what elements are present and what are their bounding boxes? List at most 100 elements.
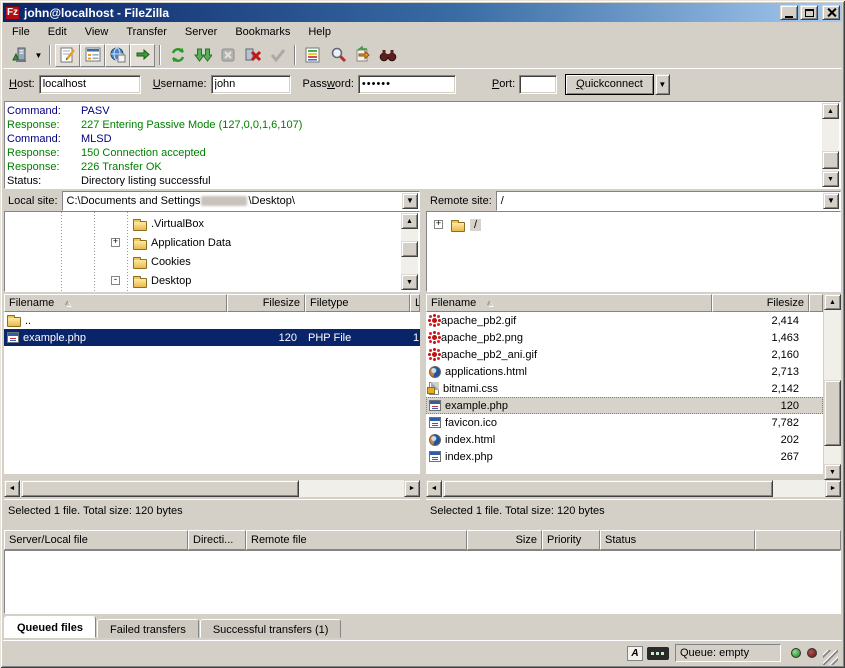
quickconnect-dropdown-button[interactable]: ▼ — [655, 74, 670, 95]
tree-item-application-data[interactable]: Application Data — [133, 234, 231, 252]
filter-button[interactable] — [375, 44, 400, 67]
tree-item-virtualbox[interactable]: .VirtualBox — [133, 215, 204, 233]
scrollbar-thumb[interactable] — [443, 480, 773, 497]
tree-item-desktop[interactable]: Desktop — [133, 272, 191, 290]
scrollbar-thumb[interactable] — [401, 241, 418, 257]
disconnect-button[interactable] — [240, 44, 265, 67]
remote-path-dropdown-button[interactable]: ▼ — [823, 193, 839, 209]
directory-comparison-button[interactable] — [300, 44, 325, 67]
password-input[interactable] — [358, 75, 456, 94]
remote-file-row[interactable]: apache_pb2_ani.gif 2,160 — [426, 346, 823, 363]
tab-successful-transfers[interactable]: Successful transfers (1) — [200, 619, 342, 638]
synchronized-browsing-button[interactable] — [350, 44, 375, 67]
resize-grip[interactable] — [823, 650, 838, 665]
scrollbar-thumb[interactable] — [822, 151, 839, 169]
queue-column-direction[interactable]: Directi... — [188, 530, 246, 550]
port-label: Port: — [492, 78, 515, 90]
remote-site-label: Remote site: — [426, 195, 496, 207]
toggle-transfer-queue-button[interactable] — [130, 44, 155, 67]
scroll-down-icon[interactable]: ▼ — [824, 464, 841, 480]
scroll-right-icon[interactable]: ► — [404, 480, 420, 497]
toggle-remote-treeview-button[interactable] — [105, 44, 130, 67]
collapse-icon[interactable]: - — [111, 276, 120, 285]
data-type-indicator-icon[interactable]: A — [627, 646, 643, 661]
local-file-row-selected[interactable]: example.php 120 PHP File 1 — [4, 329, 420, 346]
remote-path-combobox[interactable]: / ▼ — [496, 191, 841, 211]
scroll-left-icon[interactable]: ◄ — [426, 480, 442, 497]
menu-bookmarks[interactable]: Bookmarks — [226, 24, 299, 40]
scrollbar-thumb[interactable] — [21, 480, 299, 497]
menu-file[interactable]: File — [3, 24, 39, 40]
port-input[interactable] — [519, 75, 557, 94]
expand-icon[interactable]: + — [434, 220, 443, 229]
remote-column-filesize[interactable]: Filesize — [712, 294, 809, 312]
queue-column-remote-file[interactable]: Remote file — [246, 530, 467, 550]
queue-column-server-local-file[interactable]: Server/Local file — [4, 530, 188, 550]
maximize-button[interactable] — [800, 5, 818, 20]
tab-failed-transfers[interactable]: Failed transfers — [97, 619, 199, 638]
menu-view[interactable]: View — [76, 24, 118, 40]
scroll-left-icon[interactable]: ◄ — [4, 480, 20, 497]
scroll-up-icon[interactable]: ▲ — [401, 213, 418, 229]
menu-edit[interactable]: Edit — [39, 24, 76, 40]
scroll-right-icon[interactable]: ► — [825, 480, 841, 497]
local-path-combobox[interactable]: C:\Documents and Settings\Desktop\ ▼ — [62, 191, 420, 211]
remote-file-row[interactable]: applications.html 2,713 — [426, 363, 823, 380]
log-scrollbar[interactable]: ▲ ▼ — [822, 103, 839, 187]
tree-item-cookies[interactable]: Cookies — [133, 253, 191, 271]
reconnect-button[interactable] — [265, 44, 290, 67]
site-manager-dropdown-button[interactable]: ▼ — [32, 44, 45, 67]
filezilla-window: Fz john@localhost - FileZilla File Edit … — [0, 0, 845, 668]
menu-help[interactable]: Help — [299, 24, 340, 40]
menu-server[interactable]: Server — [176, 24, 226, 40]
process-queue-icon — [194, 46, 212, 64]
queue-list[interactable] — [4, 550, 841, 614]
scrollbar-thumb[interactable] — [824, 380, 841, 446]
remote-file-row[interactable]: apache_pb2.png 1,463 — [426, 329, 823, 346]
local-tree-scrollbar[interactable]: ▲ ▼ — [401, 213, 418, 290]
queue-column-priority[interactable]: Priority — [542, 530, 600, 550]
message-log: Command:PASV Response:227 Entering Passi… — [4, 101, 841, 189]
menu-transfer[interactable]: Transfer — [117, 24, 176, 40]
expand-icon[interactable]: + — [111, 238, 120, 247]
remote-horizontal-scrollbar[interactable]: ◄ ► — [426, 480, 841, 497]
scroll-down-icon[interactable]: ▼ — [401, 274, 418, 290]
minimize-button[interactable] — [780, 5, 798, 20]
scroll-up-icon[interactable]: ▲ — [824, 294, 841, 310]
queue-column-status[interactable]: Status — [600, 530, 755, 550]
remote-column-filename[interactable]: Filename▲ — [426, 294, 712, 312]
scroll-up-icon[interactable]: ▲ — [822, 103, 839, 119]
close-button[interactable] — [822, 5, 840, 20]
title-bar[interactable]: Fz john@localhost - FileZilla — [3, 3, 842, 22]
host-input[interactable] — [39, 75, 141, 94]
local-column-filetype[interactable]: Filetype — [305, 294, 410, 312]
local-column-lastmodified[interactable]: L — [410, 294, 420, 312]
find-files-button[interactable] — [325, 44, 350, 67]
tab-queued-files[interactable]: Queued files — [4, 616, 96, 638]
remote-file-row[interactable]: bitnami.css 2,142 — [426, 380, 823, 397]
remote-file-row[interactable]: favicon.ico 7,782 — [426, 414, 823, 431]
toggle-message-log-button[interactable] — [55, 44, 80, 67]
tree-item-root[interactable]: / — [451, 216, 481, 234]
queue-column-size[interactable]: Size — [467, 530, 542, 550]
site-manager-button[interactable] — [7, 44, 32, 67]
toggle-local-treeview-button[interactable] — [80, 44, 105, 67]
local-tree: .VirtualBox + Application Data Cookies -… — [4, 211, 420, 292]
speed-limit-indicator-icon[interactable] — [647, 647, 669, 660]
local-file-row-parent[interactable]: .. — [4, 312, 420, 329]
local-column-filesize[interactable]: Filesize — [227, 294, 305, 312]
scroll-down-icon[interactable]: ▼ — [822, 171, 839, 187]
username-input[interactable] — [211, 75, 291, 94]
local-path-dropdown-button[interactable]: ▼ — [402, 193, 418, 209]
local-horizontal-scrollbar[interactable]: ◄ ► — [4, 480, 420, 497]
remote-file-row[interactable]: index.html 202 — [426, 431, 823, 448]
remote-file-row[interactable]: apache_pb2.gif 2,414 — [426, 312, 823, 329]
remote-file-row-selected[interactable]: example.php 120 — [426, 397, 823, 414]
remote-list-scrollbar[interactable]: ▲ ▼ — [824, 294, 841, 480]
refresh-button[interactable] — [165, 44, 190, 67]
local-column-filename[interactable]: Filename▲ — [4, 294, 227, 312]
cancel-operation-button[interactable] — [215, 44, 240, 67]
process-queue-button[interactable] — [190, 44, 215, 67]
remote-file-row[interactable]: index.php 267 — [426, 448, 823, 465]
quickconnect-button[interactable]: Quickconnect — [565, 74, 654, 95]
